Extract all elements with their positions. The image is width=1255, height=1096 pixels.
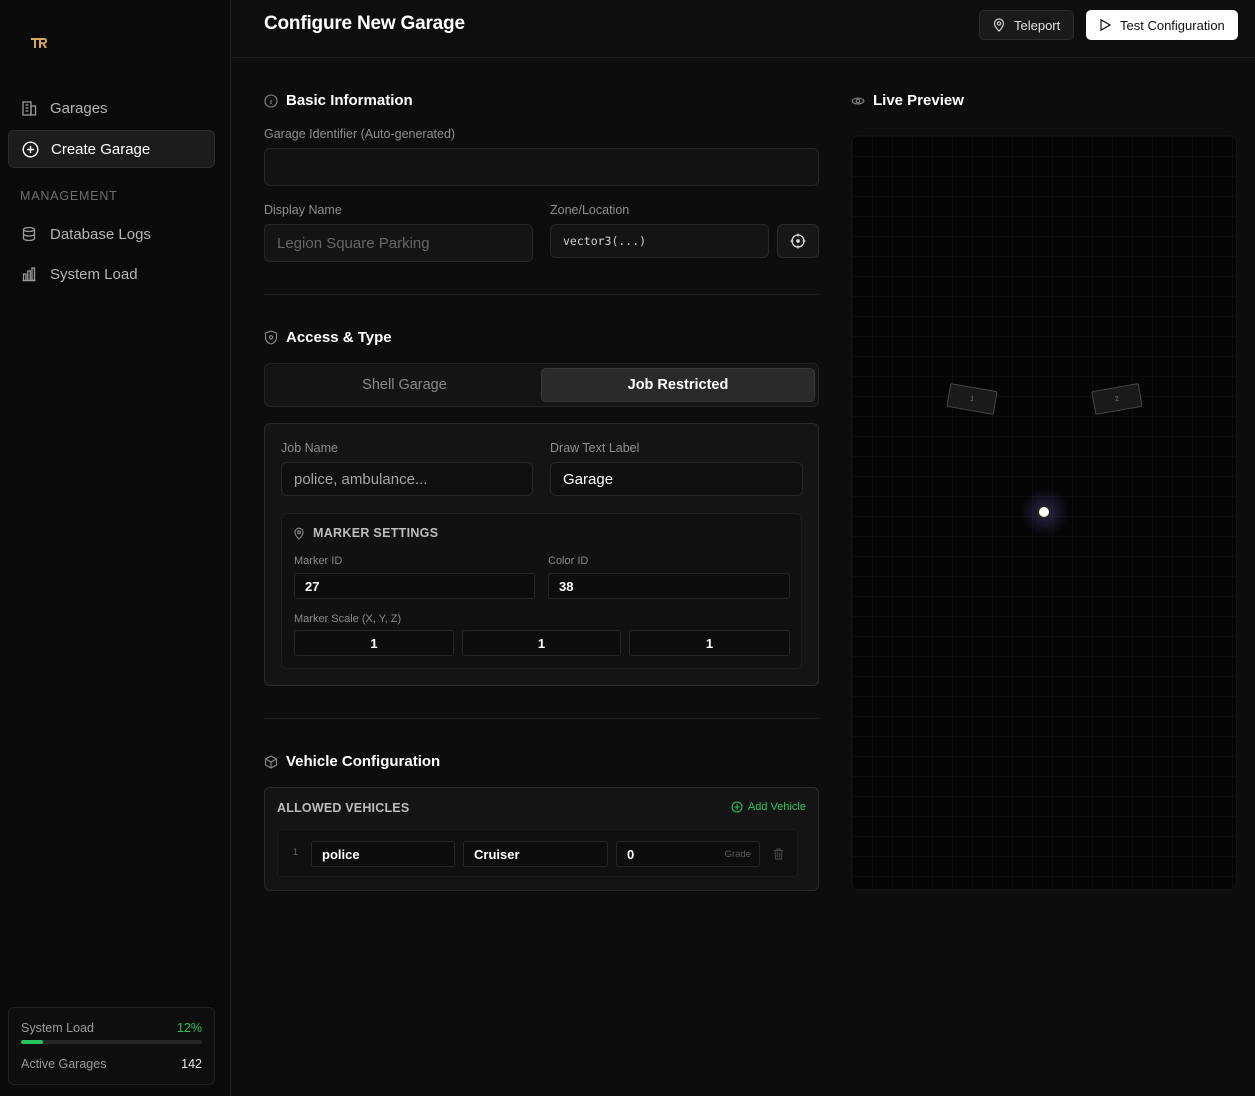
allowed-vehicles-panel: ALLOWED VEHICLES Add Vehicle 1 police Cr…: [264, 787, 819, 891]
active-garages-row: Active Garages 142: [21, 1057, 202, 1071]
job-settings-panel: Job Name police, ambulance... Draw Text …: [264, 423, 819, 686]
player-position-marker: [1037, 505, 1051, 519]
parking-spot-1: 1: [946, 383, 998, 415]
option-shell-garage[interactable]: Shell Garage: [269, 368, 540, 402]
nav-garages[interactable]: Garages: [8, 89, 215, 127]
teleport-label: Teleport: [1014, 17, 1061, 33]
map-pin-icon: [293, 527, 305, 540]
marker-scale-label: Marker Scale (X, Y, Z): [294, 613, 402, 625]
shield-icon: [264, 330, 278, 345]
cube-icon: [264, 754, 278, 769]
live-preview-title: Live Preview: [851, 92, 964, 109]
draw-text-label: Draw Text Label: [550, 441, 640, 455]
active-garages-label: Active Garages: [21, 1057, 107, 1071]
plus-circle-icon: [731, 801, 743, 813]
vehicle-config-title-text: Vehicle Configuration: [286, 753, 441, 770]
app-logo[interactable]: [30, 36, 48, 50]
garage-type-toggle: Shell Garage Job Restricted: [264, 363, 819, 407]
eye-icon: [851, 95, 865, 107]
nav-label: System Load: [50, 265, 138, 283]
nav-label: Garages: [50, 99, 108, 117]
zone-input[interactable]: vector3(...): [550, 224, 769, 258]
top-header: Configure New Garage Teleport Test Confi…: [232, 0, 1255, 58]
map-pin-icon: [993, 18, 1005, 32]
marker-id-label: Marker ID: [294, 555, 343, 567]
color-id-label: Color ID: [548, 555, 589, 567]
system-load-bar: [21, 1040, 202, 1044]
live-preview-canvas[interactable]: 1 2: [851, 135, 1237, 890]
marker-settings-title: MARKER SETTINGS: [293, 526, 438, 540]
access-type-title-text: Access & Type: [286, 329, 392, 346]
section-divider: [264, 718, 819, 719]
marker-id-input[interactable]: 27: [294, 573, 535, 599]
system-load-row: System Load 12%: [21, 1021, 202, 1035]
marker-scale-y-input[interactable]: 1: [462, 630, 621, 656]
vehicle-label-input[interactable]: Cruiser: [463, 841, 608, 867]
crosshair-icon: [790, 233, 806, 249]
system-load-label: System Load: [21, 1021, 94, 1035]
vehicle-row-index: 1: [293, 847, 299, 857]
building-icon: [20, 99, 38, 117]
vehicle-model-input[interactable]: police: [311, 841, 455, 867]
trash-icon: [774, 848, 783, 860]
bar-chart-icon: [20, 265, 38, 283]
delete-vehicle-button[interactable]: [773, 847, 784, 865]
option-job-restricted[interactable]: Job Restricted: [541, 368, 815, 402]
add-vehicle-button[interactable]: Add Vehicle: [731, 801, 806, 813]
nav-label: Database Logs: [50, 225, 151, 243]
nav-database-logs[interactable]: Database Logs: [8, 215, 215, 253]
vehicle-row: 1 police Cruiser 0 Grade: [277, 829, 798, 877]
add-vehicle-label: Add Vehicle: [747, 801, 806, 813]
basic-info-title-text: Basic Information: [286, 92, 413, 109]
identifier-field[interactable]: [264, 148, 819, 186]
access-type-title: Access & Type: [264, 329, 392, 346]
management-section-label: MANAGEMENT: [20, 189, 118, 203]
nav-create-garage[interactable]: Create Garage: [8, 130, 215, 168]
basic-info-title: Basic Information: [264, 92, 413, 109]
vehicle-grade-placeholder: Grade: [724, 848, 751, 860]
vehicle-config-title: Vehicle Configuration: [264, 753, 440, 770]
nav-label: Create Garage: [51, 140, 151, 158]
get-location-button[interactable]: [777, 224, 819, 258]
vehicle-grade-input[interactable]: 0 Grade: [616, 841, 760, 867]
page-title: Configure New Garage: [264, 13, 465, 34]
section-divider: [264, 294, 819, 295]
system-status-card: System Load 12% Active Garages 142: [8, 1007, 215, 1085]
marker-settings-title-text: MARKER SETTINGS: [313, 526, 439, 540]
test-configuration-button[interactable]: Test Configuration: [1086, 10, 1238, 40]
zone-label: Zone/Location: [550, 203, 630, 217]
vehicle-grade-value: 0: [627, 846, 635, 862]
identifier-label: Garage Identifier (Auto-generated): [264, 127, 456, 141]
marker-scale-z-input[interactable]: 1: [629, 630, 790, 656]
plus-circle-icon: [21, 140, 39, 158]
info-icon: [264, 93, 278, 108]
color-id-input[interactable]: 38: [548, 573, 790, 599]
draw-text-input[interactable]: Garage: [550, 462, 803, 496]
marker-settings-panel: MARKER SETTINGS Marker ID 27 Color ID 38…: [281, 513, 802, 669]
teleport-button[interactable]: Teleport: [979, 10, 1074, 40]
live-preview-title-text: Live Preview: [873, 92, 964, 109]
job-name-label: Job Name: [281, 441, 338, 455]
system-load-fill: [21, 1040, 43, 1044]
display-name-label: Display Name: [264, 203, 342, 217]
system-load-value: 12%: [176, 1021, 202, 1035]
active-garages-value: 142: [181, 1057, 202, 1071]
sidebar: Garages Create Garage MANAGEMENT Databas…: [0, 0, 231, 1096]
display-name-input[interactable]: Legion Square Parking: [264, 224, 533, 262]
allowed-vehicles-title: ALLOWED VEHICLES: [277, 801, 410, 815]
play-icon: [1100, 18, 1112, 32]
database-icon: [20, 225, 38, 243]
marker-scale-x-input[interactable]: 1: [294, 630, 454, 656]
parking-spot-2: 2: [1091, 383, 1143, 415]
logo-icon: [31, 38, 47, 48]
nav-system-load[interactable]: System Load: [8, 255, 215, 293]
test-configuration-label: Test Configuration: [1120, 17, 1225, 33]
job-name-input[interactable]: police, ambulance...: [281, 462, 533, 496]
